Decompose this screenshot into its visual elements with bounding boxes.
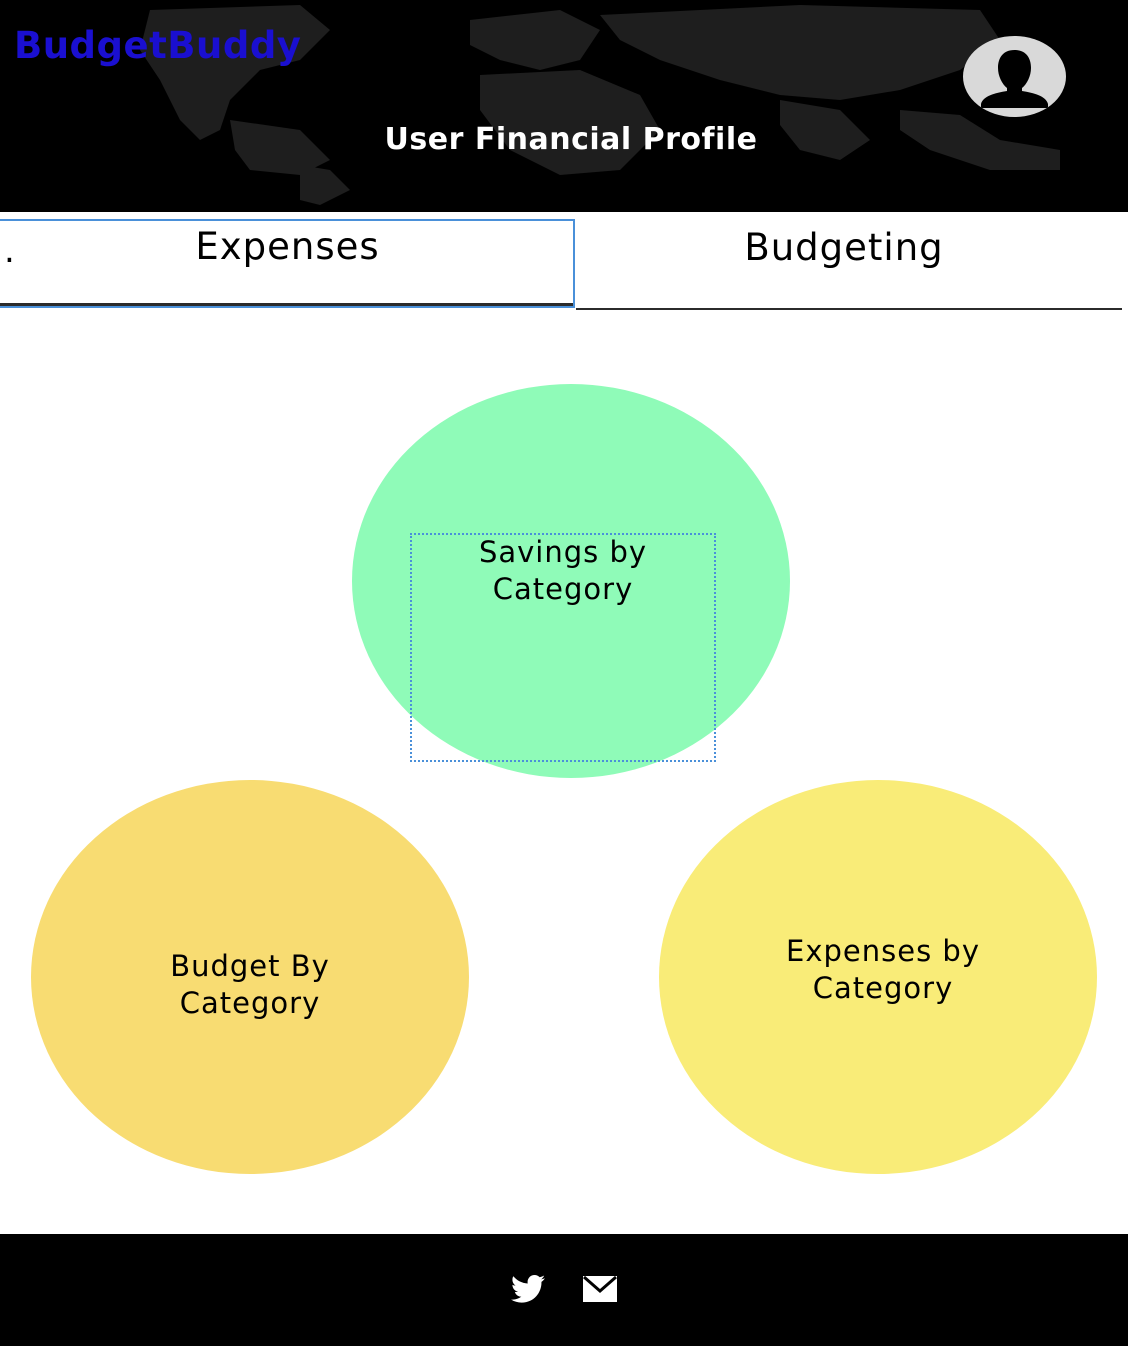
mail-icon[interactable] [583,1274,617,1304]
expenses-by-category-circle[interactable]: Expenses by Category [659,780,1097,1174]
user-avatar-icon [981,50,1048,108]
tab-expenses[interactable]: . Expenses [0,219,575,308]
tab-budgeting-label: Budgeting [744,226,944,269]
label-line: Category [179,986,321,1020]
user-avatar-button[interactable] [963,36,1066,117]
label-line: Expenses by [786,934,980,968]
brand-logo-text[interactable]: BudgetBuddy [14,24,301,67]
tab-underline [576,308,1122,310]
budget-by-category-circle[interactable]: Budget By Category [31,780,469,1174]
budget-by-category-label: Budget By Category [31,948,469,1022]
twitter-icon[interactable] [511,1274,545,1304]
label-line: Budget By [170,949,330,983]
expenses-by-category-label: Expenses by Category [659,933,1107,1007]
label-line: Category [812,971,954,1005]
tab-expenses-label: Expenses [195,225,380,268]
footer [0,1234,1128,1346]
tab-underline [0,303,573,306]
page-title: User Financial Profile [384,122,758,157]
tab-budgeting[interactable]: Budgeting [576,212,1122,310]
selection-box [410,533,716,762]
header: BudgetBuddy User Financial Profile [0,0,1128,212]
